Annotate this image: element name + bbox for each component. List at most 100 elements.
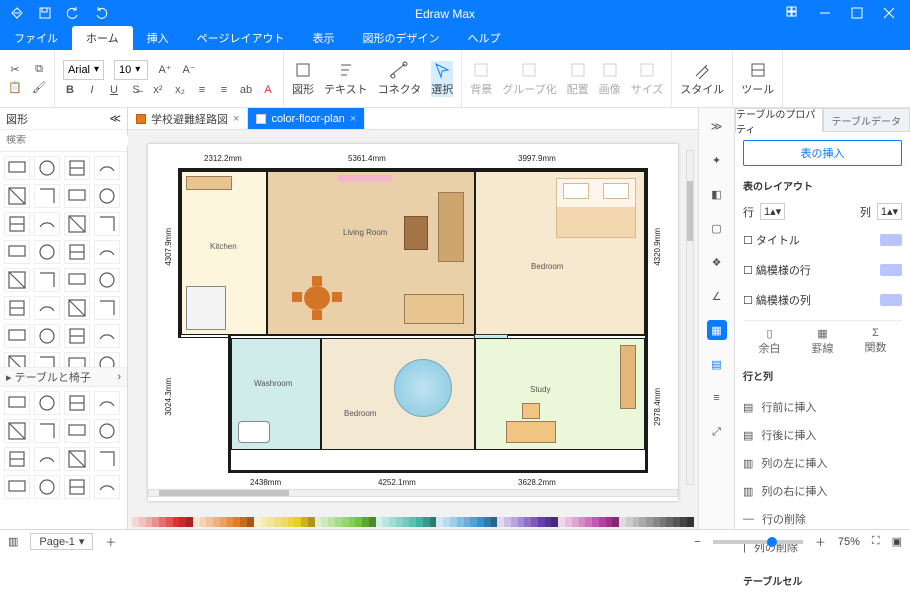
sub-icon[interactable]: x₂ <box>173 84 187 98</box>
table-icon[interactable]: ▦ <box>707 320 727 340</box>
color-swatch[interactable] <box>382 517 389 527</box>
col-count[interactable]: 1 ▴▾ <box>877 203 902 220</box>
color-swatch[interactable] <box>261 517 268 527</box>
zoom-out-icon[interactable]: − <box>694 536 700 548</box>
shape-thumb[interactable] <box>4 475 30 499</box>
align-icon[interactable]: ≡ <box>707 388 727 408</box>
color-swatch[interactable] <box>572 517 579 527</box>
shape-thumb[interactable] <box>94 419 120 443</box>
tool-図形[interactable]: 図形 <box>292 61 314 97</box>
tab-6[interactable]: ヘルプ <box>453 26 514 50</box>
bullet-icon[interactable]: ≡ <box>195 84 209 98</box>
color-swatch[interactable] <box>308 517 315 527</box>
shape-thumb[interactable] <box>94 391 120 415</box>
color-swatch[interactable] <box>633 517 640 527</box>
color-swatch[interactable] <box>538 517 545 527</box>
color-swatch[interactable] <box>193 517 200 527</box>
bold-icon[interactable]: B <box>63 84 77 98</box>
search-input[interactable] <box>6 135 138 146</box>
image-icon[interactable]: ▢ <box>707 218 727 238</box>
page-icon[interactable]: ▥ <box>8 535 18 548</box>
style-button[interactable]: スタイル <box>680 61 724 97</box>
rowcol-op-2[interactable]: ▥列の左に挿入 <box>743 449 902 477</box>
color-swatch[interactable] <box>470 517 477 527</box>
chk-striperow[interactable]: ☐ 縞模様の行 <box>743 262 811 278</box>
color-swatch[interactable] <box>558 517 565 527</box>
color-swatch[interactable] <box>443 517 450 527</box>
doc-tab-0[interactable]: 学校避難経路図× <box>128 108 248 129</box>
color-swatch[interactable] <box>524 517 531 527</box>
color-swatch[interactable] <box>349 517 356 527</box>
color-swatch[interactable] <box>173 517 180 527</box>
shape-thumb[interactable] <box>94 240 120 264</box>
color-swatch[interactable] <box>565 517 572 527</box>
color-swatch[interactable] <box>545 517 552 527</box>
color-swatch[interactable] <box>639 517 646 527</box>
shape-thumb[interactable] <box>34 419 60 443</box>
color-swatch[interactable] <box>254 517 261 527</box>
shape-thumb[interactable] <box>64 475 90 499</box>
shape-thumb[interactable] <box>94 212 120 236</box>
scrollbar-h[interactable] <box>148 489 678 497</box>
color-swatch[interactable] <box>274 517 281 527</box>
shape-thumb[interactable] <box>34 184 60 208</box>
tab-properties[interactable]: テーブルのプロパティ <box>735 108 823 132</box>
opt-func[interactable]: Σ関数 <box>849 327 902 356</box>
color-swatch[interactable] <box>680 517 687 527</box>
tool-コネクタ[interactable]: コネクタ <box>378 61 422 97</box>
shape-thumb[interactable] <box>34 240 60 264</box>
color-swatch[interactable] <box>511 517 518 527</box>
color-swatch[interactable] <box>369 517 376 527</box>
chk-stripecol[interactable]: ☐ 縞模様の列 <box>743 292 811 308</box>
color-swatch[interactable] <box>599 517 606 527</box>
color-swatch[interactable] <box>206 517 213 527</box>
chart-icon[interactable]: ∠ <box>707 286 727 306</box>
color-swatch[interactable] <box>606 517 613 527</box>
shape-thumb[interactable] <box>64 184 90 208</box>
color-swatch[interactable] <box>328 517 335 527</box>
shape-thumb[interactable] <box>64 240 90 264</box>
color-swatch[interactable] <box>450 517 457 527</box>
shape-thumb[interactable] <box>4 184 30 208</box>
color-swatch[interactable] <box>200 517 207 527</box>
color-swatch[interactable] <box>294 517 301 527</box>
maximize-icon[interactable] <box>850 6 864 23</box>
color-swatch[interactable] <box>342 517 349 527</box>
ab-icon[interactable]: ab <box>239 84 253 98</box>
insert-table-button[interactable]: 表の挿入 <box>743 140 902 166</box>
color-swatch[interactable] <box>179 517 186 527</box>
color-swatch[interactable] <box>132 517 139 527</box>
shape-thumb[interactable] <box>4 212 30 236</box>
color-swatch[interactable] <box>139 517 146 527</box>
row-count[interactable]: 1 ▴▾ <box>760 203 785 220</box>
shape-thumb[interactable] <box>94 296 120 320</box>
swatch-row[interactable] <box>880 264 902 276</box>
shape-thumb[interactable] <box>94 447 120 471</box>
format-icon[interactable]: ▤ <box>707 354 727 374</box>
close-tab-icon[interactable]: × <box>233 113 239 125</box>
tool-選択[interactable]: 選択 <box>431 61 453 97</box>
color-swatch[interactable] <box>531 517 538 527</box>
cut-icon[interactable]: ✂ <box>8 63 22 77</box>
shape-thumb[interactable] <box>4 391 30 415</box>
color-swatch[interactable] <box>497 517 504 527</box>
shape-thumb[interactable] <box>34 296 60 320</box>
color-swatch[interactable] <box>484 517 491 527</box>
shape-thumb[interactable] <box>64 156 90 180</box>
tab-5[interactable]: 図形のデザイン <box>348 26 453 50</box>
shape-thumb[interactable] <box>4 240 30 264</box>
color-swatch[interactable] <box>240 517 247 527</box>
color-swatch[interactable] <box>321 517 328 527</box>
color-swatch[interactable] <box>233 517 240 527</box>
color-swatch[interactable] <box>518 517 525 527</box>
color-swatch[interactable] <box>477 517 484 527</box>
color-swatch[interactable] <box>267 517 274 527</box>
shape-thumb[interactable] <box>94 324 120 348</box>
app-menu-icon[interactable] <box>10 6 24 23</box>
color-swatch[interactable] <box>673 517 680 527</box>
color-swatch[interactable] <box>389 517 396 527</box>
shape-thumb[interactable] <box>34 352 60 367</box>
shape-thumb[interactable] <box>4 268 30 292</box>
canvas[interactable]: 2312.2mm 5361.4mm 3997.9mm 2438mm 4252.1… <box>148 144 678 501</box>
shape-thumb[interactable] <box>94 156 120 180</box>
